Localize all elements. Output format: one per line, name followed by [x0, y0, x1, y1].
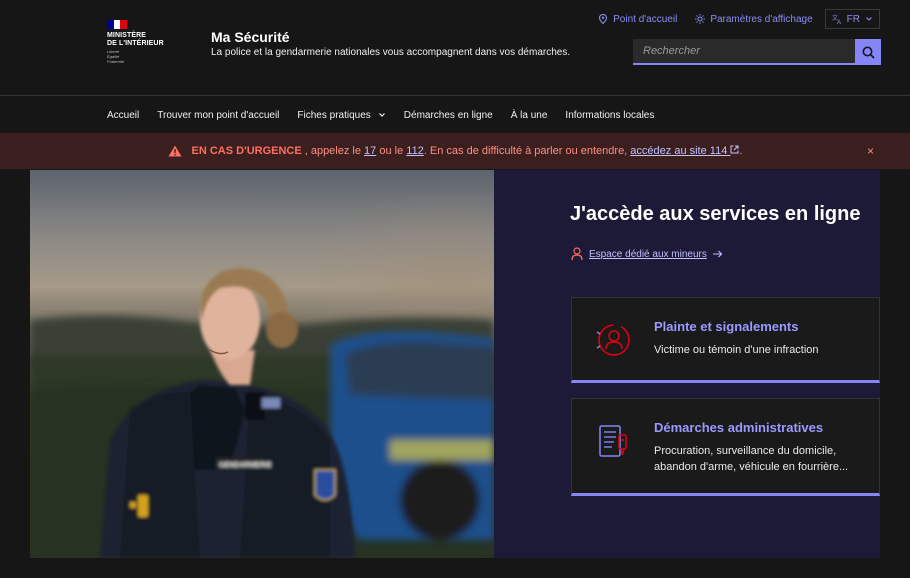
search-button[interactable] [855, 39, 881, 65]
photo-illustration: GENDARMERIE [30, 268, 494, 558]
nav-item-label: Démarches en ligne [403, 109, 493, 121]
logo-motto: Liberté Égalité Fraternité [107, 49, 187, 64]
chevron-down-icon [378, 113, 385, 117]
search-icon [862, 46, 875, 59]
gendarme-photo: GENDARMERIE [30, 170, 494, 558]
alert-text-2: ou le [376, 145, 407, 157]
nav-item-demarches[interactable]: Démarches en ligne [395, 110, 502, 121]
logo-title-line2: DE L'INTÉRIEUR [107, 40, 164, 47]
ministry-logo[interactable]: MINISTÈRE DE L'INTÉRIEUR Liberté Égalité… [107, 20, 187, 64]
chevron-down-icon [866, 17, 872, 21]
complaint-icon [596, 324, 630, 356]
nav-item-fiches-pratiques[interactable]: Fiches pratiques [288, 110, 394, 121]
display-settings-link[interactable]: Paramètres d'affichage [686, 9, 821, 29]
site-title[interactable]: Ma Sécurité [211, 29, 290, 45]
point-accueil-link[interactable]: Point d'accueil [589, 9, 686, 29]
nav-item-label: À la une [510, 109, 548, 121]
point-accueil-label: Point d'accueil [613, 13, 678, 25]
sun-icon [695, 14, 706, 24]
nav-item-a-la-une[interactable]: À la une [502, 110, 557, 121]
hero-section: GENDARMERIE J'accède aux services en lig… [30, 170, 880, 558]
card-title: Plainte et signalements [654, 319, 799, 334]
alert-number-112[interactable]: 112 [406, 145, 424, 157]
search-bar [633, 39, 881, 65]
nav-item-trouver-point[interactable]: Trouver mon point d'accueil [148, 110, 288, 121]
alert-link-114[interactable]: accédez au site 114 [630, 145, 739, 157]
minors-space-label: Espace dédié aux mineurs [589, 248, 707, 260]
user-icon [571, 247, 583, 261]
nav-item-label: Accueil [107, 109, 140, 121]
alert-text-3: . En cas de difficulté à parler ou enten… [423, 145, 631, 157]
french-flag-icon [107, 20, 128, 29]
alert-number-17[interactable]: 17 [364, 145, 376, 157]
warning-icon [168, 145, 182, 157]
close-icon[interactable]: × [867, 144, 874, 158]
translate-icon: 文A [832, 14, 841, 24]
card-description: Procuration, surveillance du domicile, a… [654, 445, 849, 473]
hero-title: J'accède aux services en ligne [570, 203, 861, 225]
header-tools: Point d'accueil Paramètres d'affichage 文… [589, 9, 880, 29]
main-nav: Accueil Trouver mon point d'accueil Fich… [0, 97, 910, 133]
display-settings-label: Paramètres d'affichage [710, 13, 813, 25]
emergency-alert: EN CAS D'URGENCE , appelez le 17 ou le 1… [0, 133, 910, 169]
nav-item-label: Trouver mon point d'accueil [157, 109, 280, 121]
alert-text-1: , appelez le [304, 145, 365, 157]
nav-item-label: Informations locales [565, 109, 655, 121]
minors-space-link[interactable]: Espace dédié aux mineurs [571, 247, 723, 261]
motto-fraternite: Fraternité [107, 59, 125, 64]
external-link-icon [730, 145, 739, 154]
card-title: Démarches administratives [654, 420, 824, 435]
arrow-right-icon [712, 250, 723, 258]
service-card-demarches[interactable]: Démarches administratives Procuration, s… [571, 398, 880, 496]
nav-item-accueil[interactable]: Accueil [98, 110, 148, 121]
admin-form-icon [599, 425, 627, 457]
logo-title-line1: MINISTÈRE [107, 32, 147, 39]
svg-text:GENDARMERIE: GENDARMERIE [219, 462, 272, 469]
alert-text-4: . [739, 145, 743, 157]
alert-emphasis: EN CAS D'URGENCE [191, 145, 302, 157]
search-input[interactable] [633, 39, 855, 65]
svg-text:A: A [837, 20, 841, 24]
language-label: FR [846, 13, 860, 25]
card-description: Victime ou témoin d'une infraction [654, 344, 819, 356]
nav-item-label: Fiches pratiques [297, 109, 371, 121]
site-header: MINISTÈRE DE L'INTÉRIEUR Liberté Égalité… [0, 0, 910, 96]
nav-item-infos-locales[interactable]: Informations locales [556, 110, 663, 121]
map-pin-icon [599, 14, 608, 24]
language-selector[interactable]: 文A FR [824, 9, 880, 29]
site-tagline: La police et la gendarmerie nationales v… [211, 47, 571, 58]
service-card-plainte[interactable]: Plainte et signalements Victime ou témoi… [571, 297, 880, 383]
